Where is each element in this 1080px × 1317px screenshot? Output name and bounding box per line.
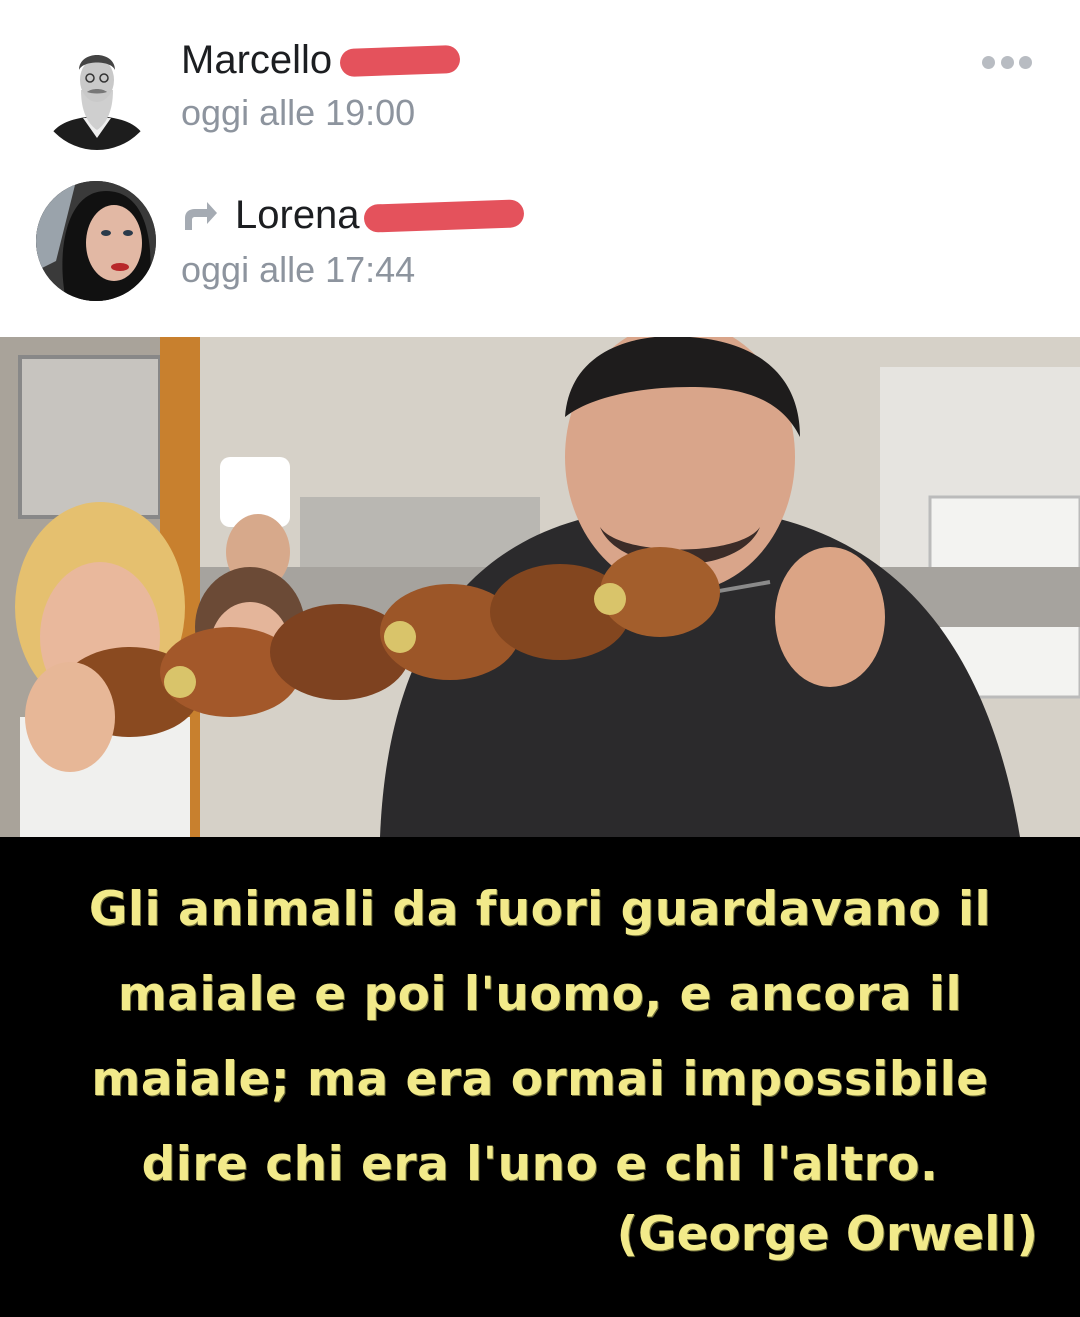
shared-name-line[interactable]: Lorena xyxy=(181,193,525,238)
redaction-mark xyxy=(363,198,525,233)
shared-avatar[interactable] xyxy=(36,181,156,301)
quote-line: Gli animali da fuori guardavano il xyxy=(88,882,992,937)
author-avatar[interactable] xyxy=(37,30,157,150)
shared-post: Marcello oggi alle 19:00 Lorena oggi all… xyxy=(0,0,1080,1317)
post-header-author: Marcello oggi alle 19:00 xyxy=(0,0,1080,165)
shared-timestamp[interactable]: oggi alle 17:44 xyxy=(181,249,415,291)
redaction-mark xyxy=(339,44,461,77)
post-photo[interactable] xyxy=(0,337,1080,837)
more-options-icon[interactable] xyxy=(982,52,1032,72)
orwell-quote: Gli animali da fuori guardavano il maial… xyxy=(20,867,1060,1207)
author-name-line[interactable]: Marcello xyxy=(181,38,461,83)
post-header-shared: Lorena oggi alle 17:44 xyxy=(0,165,1080,335)
quote-attribution: (George Orwell) xyxy=(616,1207,1038,1262)
quote-line: maiale; ma era ormai impossibile xyxy=(91,1052,989,1107)
author-name[interactable]: Marcello xyxy=(181,38,332,83)
image-caption: Gli animali da fuori guardavano il maial… xyxy=(0,837,1080,1317)
shared-name[interactable]: Lorena xyxy=(235,193,360,238)
quote-line: dire chi era l'uno e chi l'altro. xyxy=(141,1137,939,1192)
share-arrow-icon xyxy=(181,200,219,232)
author-timestamp[interactable]: oggi alle 19:00 xyxy=(181,92,415,134)
quote-line: maiale e poi l'uomo, e ancora il xyxy=(117,967,963,1022)
